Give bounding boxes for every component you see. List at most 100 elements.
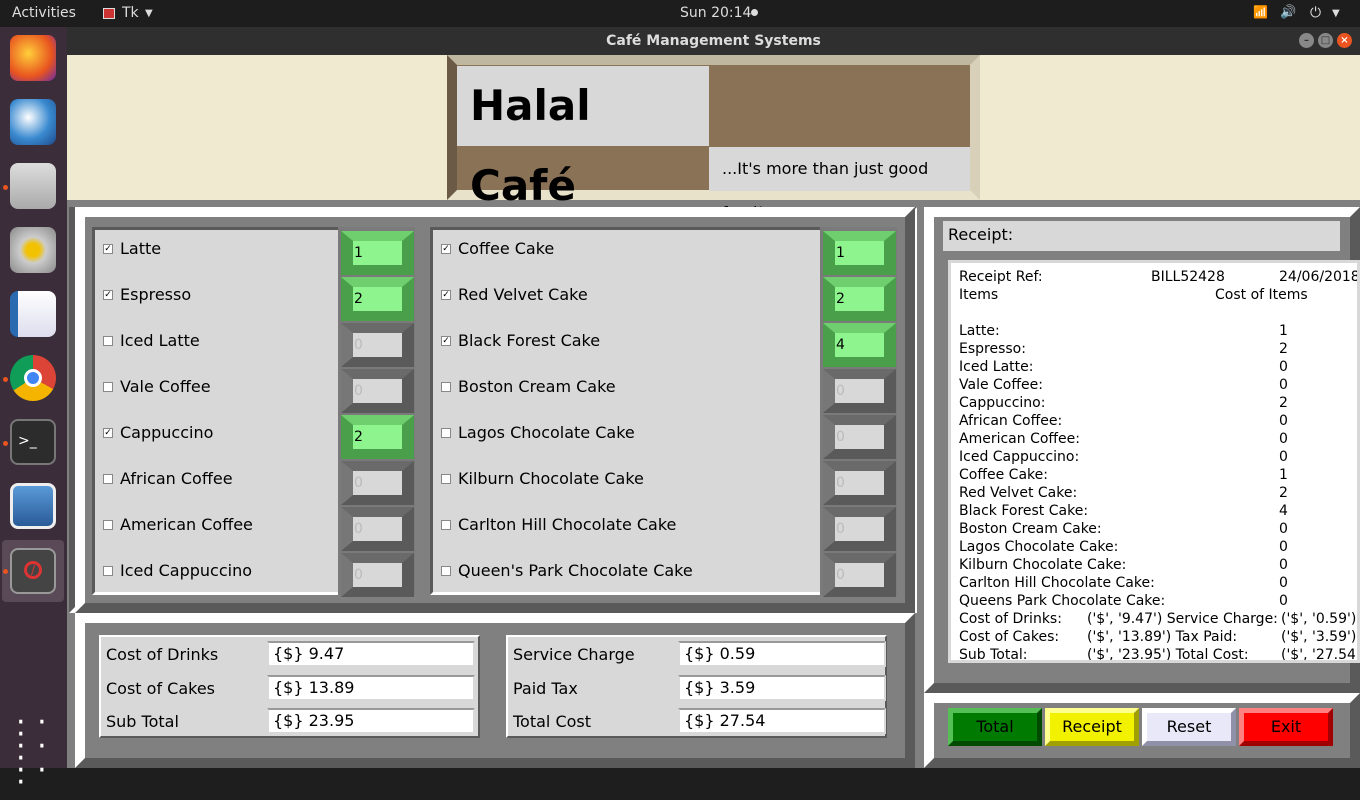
maximize-icon[interactable]: □	[1318, 33, 1333, 48]
drink-checkbox[interactable]	[103, 474, 113, 484]
drink-qty-value: 2	[354, 291, 363, 307]
drink-checkbox[interactable]	[103, 382, 113, 392]
cake-qty-field[interactable]: 1	[823, 231, 896, 275]
top-bar: Activities Tk ▼ Sun 20:14 📶 🔊 ⏻ ▼	[0, 0, 1360, 27]
drink-qty-value: 2	[354, 429, 363, 445]
receipt-ref-label: Receipt Ref:	[959, 269, 1043, 285]
receipt-textbox[interactable]: Receipt Ref: BILL52428 24/06/2018 Items …	[948, 260, 1360, 663]
cake-qty-field[interactable]: 0	[823, 553, 896, 597]
wifi-icon[interactable]: 📶	[1253, 5, 1268, 19]
tk-window-icon[interactable]: /	[10, 548, 56, 594]
drink-qty-field[interactable]: 0	[341, 323, 414, 367]
paid-tax-field[interactable]: {$} 3.59	[678, 675, 886, 701]
cafe-tagline: ...It's more than just good food!	[709, 147, 970, 222]
cake-checkbox[interactable]: ✓	[441, 336, 451, 346]
firefox-icon[interactable]	[10, 35, 56, 81]
cake-qty-field[interactable]: 0	[823, 369, 896, 413]
drink-label[interactable]: Latte	[120, 239, 161, 258]
drink-checkbox[interactable]	[103, 520, 113, 530]
drink-label[interactable]: Vale Coffee	[120, 377, 211, 396]
cake-label[interactable]: Boston Cream Cake	[458, 377, 616, 396]
receipt-item-name: American Coffee:	[959, 431, 1081, 447]
cake-checkbox[interactable]: ✓	[441, 244, 451, 254]
cake-qty-field[interactable]: 2	[823, 277, 896, 321]
drink-qty-field[interactable]: 1	[341, 231, 414, 275]
drink-qty-field[interactable]: 2	[341, 415, 414, 459]
cake-qty-field[interactable]: 4	[823, 323, 896, 367]
receipt-button[interactable]: Receipt	[1045, 708, 1139, 746]
service-charge-field[interactable]: {$} 0.59	[678, 641, 886, 667]
power-icon[interactable]: ⏻	[1310, 5, 1321, 21]
drink-label[interactable]: Espresso	[120, 285, 191, 304]
drink-label[interactable]: Cappuccino	[120, 423, 213, 442]
receipt-date: 24/06/2018	[1279, 269, 1360, 285]
drink-qty-field[interactable]: 2	[341, 277, 414, 321]
cake-qty-value: 2	[836, 291, 845, 307]
drink-qty-field[interactable]: 0	[341, 507, 414, 551]
sub-total-field[interactable]: {$} 23.95	[267, 708, 475, 734]
receipt-item-name: Vale Coffee:	[959, 377, 1043, 393]
receipt-summary-b: ('$', '23.95') Total Cost:	[1087, 647, 1249, 663]
drink-qty-field[interactable]: 0	[341, 553, 414, 597]
chevron-down-icon[interactable]: ▼	[145, 8, 153, 19]
cake-label[interactable]: Queen's Park Chocolate Cake	[458, 561, 693, 580]
header-left-bg	[67, 55, 447, 200]
app-menu[interactable]: Tk	[122, 5, 139, 21]
cost-of-cakes-field[interactable]: {$} 13.89	[267, 675, 475, 701]
drink-label[interactable]: American Coffee	[120, 515, 253, 534]
cake-label[interactable]: Coffee Cake	[458, 239, 554, 258]
drink-checkbox[interactable]: ✓	[103, 244, 113, 254]
cake-checkbox[interactable]	[441, 566, 451, 576]
cake-label[interactable]: Carlton Hill Chocolate Cake	[458, 515, 676, 534]
reset-button[interactable]: Reset	[1142, 708, 1236, 746]
cake-qty-field[interactable]: 0	[823, 415, 896, 459]
cake-checkbox[interactable]: ✓	[441, 290, 451, 300]
cost-of-drinks-field[interactable]: {$} 9.47	[267, 641, 475, 667]
drink-checkbox[interactable]	[103, 336, 113, 346]
drink-checkbox[interactable]: ✓	[103, 428, 113, 438]
app-grid-icon[interactable]: · · · · · · · · ·	[16, 708, 50, 798]
volume-icon[interactable]: 🔊	[1280, 5, 1296, 20]
clock[interactable]: Sun 20:14	[680, 5, 751, 21]
service-charge-label: Service Charge	[513, 645, 635, 664]
drink-label[interactable]: Iced Latte	[120, 331, 200, 350]
drink-qty-value: 0	[354, 567, 363, 583]
exit-button[interactable]: Exit	[1239, 708, 1333, 746]
thunderbird-icon[interactable]	[10, 99, 56, 145]
drink-checkbox[interactable]: ✓	[103, 290, 113, 300]
chevron-down-icon[interactable]: ▼	[1332, 8, 1340, 19]
cake-qty-field[interactable]: 0	[823, 461, 896, 505]
writer-icon[interactable]	[10, 291, 56, 337]
cake-checkbox[interactable]	[441, 428, 451, 438]
cake-label[interactable]: Lagos Chocolate Cake	[458, 423, 635, 442]
activities-button[interactable]: Activities	[12, 5, 76, 21]
drink-qty-field[interactable]: 0	[341, 369, 414, 413]
cake-checkbox[interactable]	[441, 520, 451, 530]
drink-label[interactable]: African Coffee	[120, 469, 233, 488]
receipt-item-name: Espresso:	[959, 341, 1026, 357]
receipt-ref: BILL52428	[1151, 269, 1225, 285]
drink-checkbox[interactable]	[103, 566, 113, 576]
total-button[interactable]: Total	[948, 708, 1042, 746]
close-icon[interactable]: ×	[1337, 33, 1352, 48]
cake-checkbox[interactable]	[441, 474, 451, 484]
terminal-icon[interactable]: >_	[10, 419, 56, 465]
drink-label[interactable]: Iced Cappuccino	[120, 561, 252, 580]
files-icon[interactable]	[10, 163, 56, 209]
cake-label[interactable]: Black Forest Cake	[458, 331, 600, 350]
receipt-item-value: 0	[1279, 413, 1288, 429]
minimize-icon[interactable]: –	[1299, 33, 1314, 48]
chrome-icon[interactable]	[10, 355, 56, 401]
drink-qty-field[interactable]: 0	[341, 461, 414, 505]
rhythmbox-icon[interactable]	[10, 227, 56, 273]
app-window-icon[interactable]	[10, 483, 56, 529]
receipt-summary-a: Cost of Drinks:	[959, 611, 1062, 627]
cake-qty-field[interactable]: 0	[823, 507, 896, 551]
window-titlebar[interactable]: Café Management Systems – □ ×	[67, 27, 1360, 55]
cake-label[interactable]: Red Velvet Cake	[458, 285, 588, 304]
cake-checkbox[interactable]	[441, 382, 451, 392]
cake-label[interactable]: Kilburn Chocolate Cake	[458, 469, 644, 488]
receipt-items-label: Items	[959, 287, 999, 303]
total-cost-field[interactable]: {$} 27.54	[678, 708, 886, 734]
receipt-item-name: Iced Latte:	[959, 359, 1034, 375]
